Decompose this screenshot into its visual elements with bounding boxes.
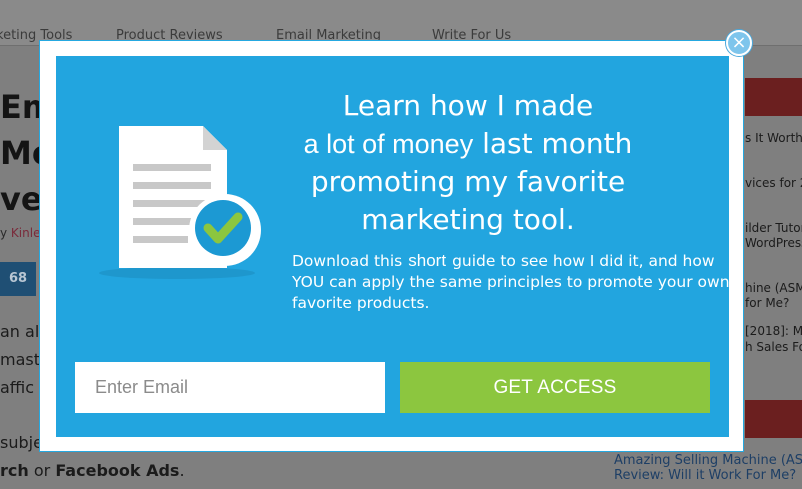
article-author: y Kinle: [0, 226, 40, 240]
email-field[interactable]: [75, 362, 385, 413]
headline-line: marketing tool.: [361, 203, 575, 236]
headline-line: Learn how I made: [342, 89, 594, 122]
author-name-link[interactable]: Kinle: [11, 226, 41, 240]
sidebar-post-link[interactable]: s It Worth: [745, 131, 802, 146]
sidebar-post-link[interactable]: hine (ASM: [745, 281, 802, 296]
sidebar-post-link[interactable]: for Me?: [745, 296, 789, 311]
sidebar-post-link[interactable]: h Sales Fo: [745, 340, 802, 355]
sidebar-post-link[interactable]: [2018]: My: [745, 324, 802, 339]
article-body-line: subje: [0, 433, 43, 452]
body-text-period: .: [179, 461, 185, 480]
description-text: Download this: [292, 252, 403, 270]
headline-light-phrase: a lot of money: [303, 129, 474, 159]
sidebar-post-link[interactable]: ilder Tutor: [745, 221, 802, 236]
body-bold-facebook-ads: Facebook Ads: [55, 461, 180, 480]
sidebar-section-header: [745, 400, 802, 438]
headline-line: promoting my favorite: [310, 165, 626, 198]
body-bold-search: rch: [0, 461, 29, 480]
sidebar-featured-line: Amazing Selling Machine (ASM: [614, 453, 802, 468]
description-emphasis: short: [408, 251, 447, 270]
author-prefix: y: [0, 226, 11, 240]
headline-bold-phrase: last month: [473, 127, 633, 160]
article-body-line: an all: [0, 322, 44, 341]
article-body-line: mast: [0, 350, 40, 369]
headline-line: a lot of money last month: [282, 125, 654, 163]
sidebar-featured-link[interactable]: Amazing Selling Machine (ASM Review: Wil…: [614, 453, 802, 483]
body-text-or: or: [28, 461, 56, 480]
sidebar-post-link[interactable]: WordPress: [745, 236, 802, 251]
close-icon[interactable]: ×: [726, 30, 752, 56]
get-access-button[interactable]: GET ACCESS: [400, 362, 710, 413]
sidebar-post-link[interactable]: vices for 2: [745, 176, 802, 191]
sidebar-section-header: [745, 78, 802, 116]
article-title-line: ve: [0, 180, 43, 218]
article-body-line: rch or Facebook Ads.: [0, 461, 185, 480]
popup-headline: Learn how I made a lot of money last mon…: [282, 87, 654, 239]
share-count-badge[interactable]: 68: [0, 262, 36, 296]
document-checkmark-icon: [99, 126, 261, 279]
sidebar-featured-line: Review: Will it Work For Me?: [614, 468, 797, 483]
popup-description: Download this short guide to see how I did…: [292, 250, 732, 314]
